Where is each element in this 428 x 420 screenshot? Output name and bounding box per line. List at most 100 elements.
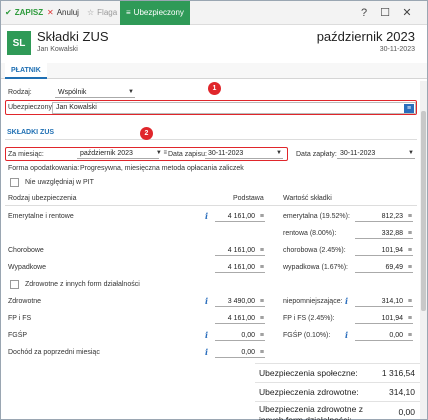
flag-button[interactable]: ☆ Flaga [87, 1, 117, 25]
fp-rate-label: FP i FS (2.45%): [283, 315, 335, 322]
menu-icon: ≡ [407, 298, 412, 305]
pit-checkbox-label: Nie uwzględniaj w PIT [25, 179, 94, 186]
menu-icon: ≡ [259, 298, 264, 305]
wypadkowe-base[interactable]: 4 161,00 ≡ [215, 262, 265, 273]
menu-icon: ≡ [259, 264, 264, 271]
menu-icon: ≡ [259, 315, 264, 322]
col-base-header: Podstawa [233, 195, 264, 202]
close-icon: ✕ [402, 7, 412, 19]
annotation-badge-2: 2 [140, 127, 153, 140]
scrollbar-thumb[interactable] [421, 111, 426, 311]
insured-button[interactable]: ≡ Ubezpieczony [120, 1, 190, 25]
menu-icon: ≡ [407, 332, 412, 339]
insured-field[interactable]: Jan Kowalski ≡ [52, 102, 416, 114]
col-value-header: Wartość składki [283, 195, 332, 202]
close-window-button[interactable]: ✕ [400, 1, 414, 25]
help-icon: ? [360, 7, 368, 19]
help-button[interactable]: ? [357, 1, 371, 25]
menu-icon: ▼ ≡ [155, 150, 167, 156]
rentowa-label: rentowa (8.00%): [283, 230, 337, 237]
tab-platnik[interactable]: PŁATNIK [5, 63, 47, 79]
page-title: Składki ZUS [37, 29, 109, 44]
menu-icon: ≡ [126, 8, 131, 17]
close-icon: ✕ [47, 8, 54, 17]
divider [5, 139, 417, 140]
fp-label: FP i FS [8, 315, 32, 322]
form-content: Rodzaj: Wspólnik ▼ 1 Ubezpieczony: Jan Ko… [1, 81, 427, 420]
fgsp-rate-label: FGŚP (0.10%): [283, 332, 331, 339]
emerytalna-value[interactable]: 812,23 ≡ [355, 211, 413, 222]
chorobowe-label: Chorobowe [8, 247, 44, 254]
person-name: Jan Kowalski [37, 46, 78, 53]
menu-icon[interactable]: ≡ [404, 104, 414, 113]
chevron-down-icon: ▼ [276, 150, 282, 156]
check-icon: ✔ [5, 8, 12, 17]
emerytalna-label: emerytalna (19.52%): [283, 213, 350, 220]
fp-value[interactable]: 101,94 ≡ [355, 313, 413, 324]
rentowa-value[interactable]: 332,88 ≡ [355, 228, 413, 239]
fgsp-value[interactable]: 0,00 ≡ [355, 330, 413, 341]
info-icon[interactable]: i [345, 296, 348, 306]
zdrowotne-base[interactable]: 3 490,00 ≡ [215, 296, 265, 307]
tax-form-value: Progresywna, miesięczna metoda opłacania… [80, 165, 244, 172]
record-date-select[interactable]: 30-11-2023 ▼ [205, 148, 283, 159]
fgsp-label: FGŚP [8, 332, 28, 339]
niepomniejszajace-label: niepomniejszające: [283, 298, 343, 305]
payment-date-label: Data zapłaty: [296, 151, 337, 158]
wypadkowa-label: wypadkowa (1.67%): [283, 264, 348, 271]
maximize-button[interactable]: ☐ [378, 1, 392, 25]
fgsp-base[interactable]: 0,00 ≡ [215, 330, 265, 341]
summary-health: Ubezpieczenia zdrowotne: 314,10 [255, 382, 421, 401]
menu-icon: ≡ [407, 264, 412, 271]
menu-icon: ≡ [259, 247, 264, 254]
emerytalne-label: Emerytalne i rentowe [8, 213, 74, 220]
save-button[interactable]: ✔ ZAPISZ [5, 1, 43, 25]
section-title: SKŁADKI ZUS [7, 129, 55, 136]
col-kind-header: Rodzaj ubezpieczenia [8, 195, 77, 202]
cancel-button[interactable]: ✕ Anuluj [47, 1, 79, 25]
info-icon[interactable]: i [205, 330, 208, 340]
insured-label: Ubezpieczony: [8, 104, 54, 111]
divider [5, 205, 417, 206]
menu-icon: ≡ [407, 213, 412, 220]
info-icon[interactable]: i [205, 296, 208, 306]
menu-icon: ≡ [407, 315, 412, 322]
zdrowotne-label: Zdrowotne [8, 298, 42, 305]
menu-icon: ≡ [259, 213, 264, 220]
chorobowe-base[interactable]: 4 161,00 ≡ [215, 245, 265, 256]
period-date: 30-11-2023 [379, 46, 415, 53]
fp-base[interactable]: 4 161,00 ≡ [215, 313, 265, 324]
toolbar: ✔ ZAPISZ ✕ Anuluj ☆ Flaga ≡ Ubezpieczony… [1, 1, 427, 25]
chorobowa-value[interactable]: 101,94 ≡ [355, 245, 413, 256]
month-select[interactable]: październik 2023 ▼ ≡ [77, 148, 167, 159]
wypadkowa-value[interactable]: 69,49 ≡ [355, 262, 413, 273]
wypadkowe-label: Wypadkowe [8, 264, 47, 271]
summary-social: Ubezpieczenia społeczne: 1 316,54 [255, 363, 421, 382]
info-icon[interactable]: i [205, 347, 208, 357]
annotation-badge-1: 1 [208, 82, 221, 95]
niepomniejszajace-value[interactable]: 314,10 ≡ [355, 296, 413, 307]
emerytalne-base[interactable]: 4 161,00 ≡ [215, 211, 265, 222]
kind-select[interactable]: Wspólnik ▼ [55, 87, 135, 98]
tab-bar: PŁATNIK [1, 63, 427, 79]
maximize-icon: ☐ [380, 7, 390, 19]
dochod-label: Dochód za poprzedni miesiąc [8, 349, 100, 356]
chevron-down-icon: ▼ [128, 89, 134, 95]
health-other-checkbox[interactable] [10, 280, 19, 289]
summary-health-other: Ubezpieczenia zdrowotne z innych form dz… [255, 401, 421, 420]
info-icon[interactable]: i [205, 211, 208, 221]
star-icon: ☆ [87, 8, 95, 17]
menu-icon: ≡ [259, 349, 264, 356]
chorobowa-label: chorobowa (2.45%): [283, 247, 346, 254]
period-title: październik 2023 [316, 29, 415, 44]
pit-checkbox[interactable] [10, 178, 19, 187]
health-other-checkbox-label: Zdrowotne z innych form działalności [25, 281, 140, 288]
info-icon[interactable]: i [345, 330, 348, 340]
menu-icon: ≡ [407, 230, 412, 237]
chevron-down-icon: ▼ [408, 150, 414, 156]
payment-date-select[interactable]: 30-11-2023 ▼ [337, 148, 415, 159]
dochod-value[interactable]: 0,00 ≡ [215, 347, 265, 358]
month-label: Za miesiąc: [8, 151, 44, 158]
kind-label: Rodzaj: [8, 89, 32, 96]
scrollbar[interactable] [420, 81, 427, 419]
